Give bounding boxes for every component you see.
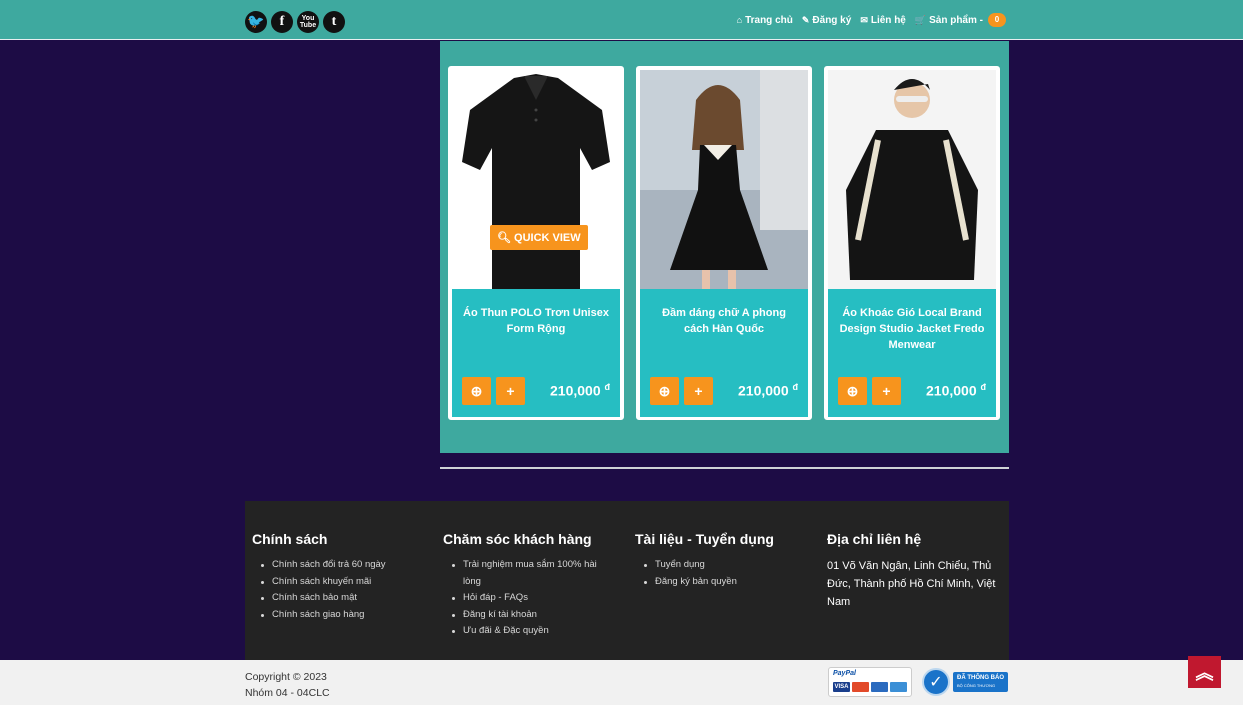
certify-label: ĐÃ THÔNG BÁO BỘ CÔNG THƯƠNG [953,672,1008,692]
product-price: 210,000 đ [738,382,798,399]
copyright-text: Copyright © 2023 [245,671,327,683]
footer-link[interactable]: Chính sách khuyến mãi [252,574,432,591]
zoom-in-icon: ⊕ [470,382,483,399]
zoom-button[interactable]: ⊕ [838,377,867,405]
product-name[interactable]: Áo Khoác Gió Local Brand Design Studio J… [838,305,986,353]
main-nav: ⌂ Trang chủ ✎ Đăng ký ✉ Liên hệ 🛒 Sản ph… [737,13,1006,27]
twitter-icon[interactable]: 🐦 [245,11,267,33]
facebook-icon[interactable]: f [271,11,293,33]
product-name[interactable]: Áo Thun POLO Trơn Unisex Form Rộng [462,305,610,337]
nav-register-label: Đăng ký [812,14,852,26]
nav-home-label: Trang chủ [745,14,793,26]
footer-link[interactable]: Chính sách bảo mật [252,590,432,607]
footer-policy: Chính sách Chính sách đổi trả 60 ngày Ch… [252,531,432,623]
certify-text: ĐÃ THÔNG BÁO [957,675,1004,681]
add-to-cart-button[interactable]: + [684,377,713,405]
product-image-polo[interactable]: 🔍︎ QUICK VIEW [452,70,620,289]
price-value: 210,000 [738,383,789,399]
footer-link[interactable]: Đăng ký bản quyền [635,574,805,591]
product-image-dress[interactable] [640,70,808,289]
quick-view-button[interactable]: 🔍︎ QUICK VIEW [490,225,588,250]
zoom-button[interactable]: ⊕ [462,377,491,405]
top-navbar: 🐦 f You Tube t ⌂ Trang chủ ✎ Đăng ký ✉ L… [0,0,1243,40]
product-price: 210,000 đ [550,382,610,399]
product-info: Áo Thun POLO Trơn Unisex Form Rộng ⊕ + 2… [452,289,620,417]
footer-address: Địa chỉ liên hệ 01 Võ Văn Ngân, Linh Chi… [827,531,1009,611]
nav-contact[interactable]: ✉ Liên hệ [860,15,906,26]
maestro-logo [871,682,888,692]
site-footer: Chính sách Chính sách đổi trả 60 ngày Ch… [245,501,1009,660]
mastercard-logo [852,682,869,692]
payment-methods: PayPal VISA [828,667,912,697]
plus-icon: + [694,383,703,399]
nav-register[interactable]: ✎ Đăng ký [802,15,851,26]
footer-link[interactable]: Chính sách đổi trả 60 ngày [252,557,432,574]
zoom-in-icon: ⊕ [658,382,671,399]
home-icon: ⌂ [736,15,743,25]
nav-products-label: Sản phẩm - [929,14,983,26]
visa-logo: VISA [833,682,850,692]
plus-icon: + [506,383,515,399]
youtube-icon[interactable]: You Tube [297,11,319,33]
checkmark-icon: ✓ [922,668,950,696]
product-card[interactable]: Đầm dáng chữ A phong cách Hàn Quốc ⊕ + 2… [636,66,812,420]
footer-link[interactable]: Hỏi đáp - FAQs [443,590,613,607]
product-price: 210,000 đ [926,382,986,399]
footer-care-title: Chăm sóc khách hàng [443,531,592,547]
quick-view-label: QUICK VIEW [514,232,581,244]
footer-link[interactable]: Chính sách giao hàng [252,607,432,624]
add-to-cart-button[interactable]: + [872,377,901,405]
cart-count-badge: 0 [988,13,1006,27]
footer-link[interactable]: Ưu đãi & Đặc quyền [443,623,613,640]
currency: đ [604,382,611,393]
footer-care: Chăm sóc khách hàng Trải nghiệm mua sắm … [443,531,613,640]
address-text: 01 Võ Văn Ngân, Linh Chiểu, Thủ Đức, Thà… [827,560,996,608]
footer-docs-title: Tài liệu - Tuyển dụng [635,531,774,547]
nav-products[interactable]: 🛒 Sản phẩm - 0 [915,13,1006,27]
nav-contact-label: Liên hệ [870,14,906,26]
footer-policy-title: Chính sách [252,531,328,547]
product-name[interactable]: Đầm dáng chữ A phong cách Hàn Quốc [650,305,798,337]
footer-docs: Tài liệu - Tuyển dụng Tuyển dụng Đăng ký… [635,531,805,590]
add-to-cart-button[interactable]: + [496,377,525,405]
product-card[interactable]: 🔍︎ QUICK VIEW Áo Thun POLO Trơn Unisex F… [448,66,624,420]
certify-subtext: BỘ CÔNG THƯƠNG [957,683,996,688]
nav-home[interactable]: ⌂ Trang chủ [737,15,793,26]
zoom-in-icon: ⊕ [846,382,859,399]
footer-link[interactable]: Đăng kí tài khoản [443,607,613,624]
group-text: Nhóm 04 - 04CLC [245,687,330,699]
price-value: 210,000 [550,383,601,399]
footer-link[interactable]: Tuyển dụng [635,557,805,574]
price-value: 210,000 [926,383,977,399]
footer-link[interactable]: Trải nghiệm mua sắm 100% hài lòng [443,557,613,590]
double-chevron-up-icon: ︽ [1195,663,1214,683]
product-info: Áo Khoác Gió Local Brand Design Studio J… [828,289,996,417]
currency: đ [792,382,799,393]
paypal-logo: PayPal [833,670,856,677]
tumblr-icon[interactable]: t [323,11,345,33]
amex-logo [890,682,907,692]
cart-icon: 🛒 [914,14,927,25]
currency: đ [980,382,987,393]
edit-icon: ✎ [801,14,810,25]
envelope-icon: ✉ [860,14,868,25]
product-info: Đầm dáng chữ A phong cách Hàn Quốc ⊕ + 2… [640,289,808,417]
copyright: Copyright © 2023 Nhóm 04 - 04CLC [245,669,330,701]
product-card[interactable]: Áo Khoác Gió Local Brand Design Studio J… [824,66,1000,420]
social-links: 🐦 f You Tube t [245,11,345,33]
product-list: 🔍︎ QUICK VIEW Áo Thun POLO Trơn Unisex F… [440,41,1009,453]
section-divider [440,467,1009,469]
certification-badge[interactable]: ✓ ĐÃ THÔNG BÁO BỘ CÔNG THƯƠNG [922,668,1009,696]
footer-address-title: Địa chỉ liên hệ [827,531,922,547]
search-icon: 🔍︎ [497,232,511,244]
card-logos: VISA [833,682,907,692]
product-image-jacket[interactable] [828,70,996,289]
bottom-bar [0,660,1243,705]
zoom-button[interactable]: ⊕ [650,377,679,405]
plus-icon: + [882,383,891,399]
back-to-top-button[interactable]: ︽ [1188,656,1221,688]
